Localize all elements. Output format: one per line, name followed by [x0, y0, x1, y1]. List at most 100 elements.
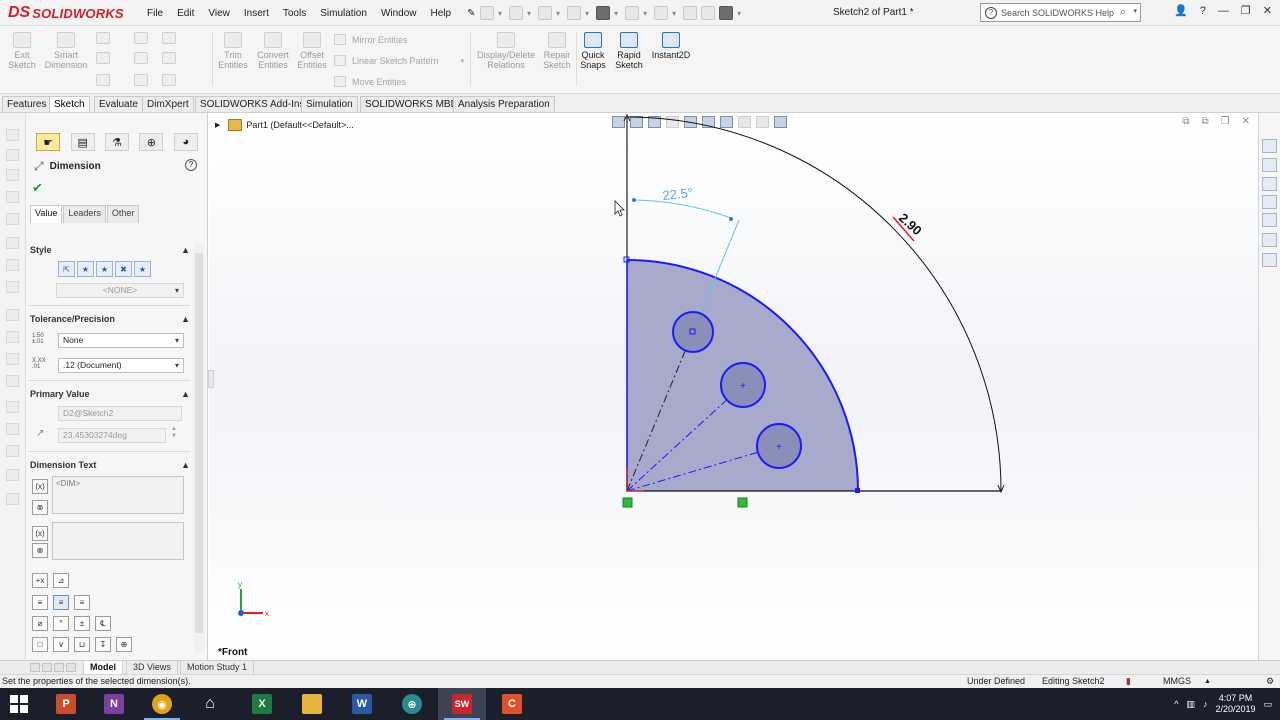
sketch-canvas[interactable]: + + 22.5° 2.90 x y: [209, 113, 1258, 660]
prev-tab-icon[interactable]: [42, 663, 52, 672]
tab-features[interactable]: Features: [2, 96, 52, 112]
dimension-text-group-header[interactable]: Dimension Text ▲: [30, 460, 190, 470]
more-symbols-icon[interactable]: ⊕: [116, 637, 132, 652]
notifications-icon[interactable]: ▭: [1263, 699, 1272, 710]
add-parentheses-icon[interactable]: (x): [32, 526, 48, 541]
dimension-text-above[interactable]: <DIM>: [52, 476, 184, 514]
close-icon[interactable]: ✕: [1263, 4, 1272, 17]
repair-sketch-button[interactable]: Repair Sketch: [540, 32, 574, 70]
dimension-text-below[interactable]: [52, 522, 184, 560]
onenote-taskbar-icon[interactable]: N: [90, 688, 138, 720]
tool-icon[interactable]: [6, 309, 19, 321]
solidworks-resources-icon[interactable]: [1262, 139, 1277, 153]
tolerance-group-header[interactable]: Tolerance/Precision ▲: [30, 314, 190, 324]
subtab-other[interactable]: Other: [106, 205, 140, 223]
tab-dimxpert[interactable]: DimXpert: [142, 96, 194, 112]
tool-icon[interactable]: [6, 259, 19, 271]
linear-sketch-pattern-button[interactable]: Linear Sketch Pattern ▾: [334, 55, 464, 66]
menu-edit[interactable]: Edit: [170, 8, 201, 19]
exit-sketch-button[interactable]: Exit Sketch: [6, 32, 38, 70]
align-left-icon[interactable]: ≡: [32, 595, 48, 610]
fixed-relation-icon[interactable]: [622, 497, 633, 508]
delete-favorite-icon[interactable]: ✖: [115, 261, 132, 277]
tab-simulation[interactable]: Simulation: [301, 96, 358, 112]
quick-snaps-button[interactable]: Quick Snaps: [578, 32, 608, 70]
dimension-name-field[interactable]: D2@Sketch2: [58, 406, 182, 421]
panel-splitter-handle[interactable]: [208, 370, 214, 388]
appearances-icon[interactable]: [1262, 213, 1277, 227]
help-icon[interactable]: ?: [1200, 5, 1206, 17]
view-palette-icon[interactable]: [1262, 195, 1277, 209]
tool-icon[interactable]: [6, 191, 19, 203]
powerpoint-taskbar-icon[interactable]: P: [42, 688, 90, 720]
graphics-area[interactable]: ▶ Part1 (Default<<Default>... ⧉ ⧉ ❐ ✕ + …: [209, 113, 1258, 660]
unit-precision-select[interactable]: .12 (Document) ▾: [58, 358, 184, 373]
smart-dimension-button[interactable]: Smart Dimension: [42, 32, 90, 70]
edrawings-taskbar-icon[interactable]: ⊕: [388, 688, 436, 720]
tolerance-type-select[interactable]: None ▾: [58, 333, 184, 348]
dimension-value-field[interactable]: 23.45303274deg: [58, 428, 166, 443]
scrollbar-thumb[interactable]: [195, 253, 203, 633]
tool-icon[interactable]: [6, 281, 19, 293]
unit-system[interactable]: MMGS: [1163, 675, 1191, 688]
fillet-icon[interactable]: [134, 74, 148, 86]
menu-help[interactable]: Help: [424, 8, 459, 19]
forum-icon[interactable]: [1262, 253, 1277, 267]
chrome-taskbar-icon[interactable]: ◉: [138, 688, 186, 720]
menu-insert[interactable]: Insert: [237, 8, 276, 19]
options-gear-icon[interactable]: [719, 6, 734, 20]
camtasia-taskbar-icon[interactable]: C: [488, 688, 536, 720]
centerline-symbol-icon[interactable]: ℄: [95, 616, 111, 631]
motion-study-tab[interactable]: Motion Study 1: [180, 661, 255, 674]
tool-icon[interactable]: [6, 129, 19, 141]
tool-icon[interactable]: [6, 213, 19, 225]
radius-dimension-label[interactable]: 2.90: [896, 210, 925, 238]
square-symbol-icon[interactable]: □: [32, 637, 48, 652]
tool-icon[interactable]: [6, 353, 19, 365]
clock[interactable]: 4:07 PM 2/20/2019: [1215, 693, 1255, 715]
rebuild-indicator-icon[interactable]: ▮: [1126, 675, 1131, 688]
display-delete-relations-button[interactable]: Display/Delete Relations: [474, 32, 538, 70]
countersink-symbol-icon[interactable]: ∨: [53, 637, 69, 652]
volume-icon[interactable]: ♪: [1203, 699, 1208, 709]
file-explorer-taskbar-icon[interactable]: [288, 688, 336, 720]
move-entities-button[interactable]: Move Entities: [334, 76, 406, 87]
new-document-icon[interactable]: [509, 6, 524, 20]
configuration-tab-icon[interactable]: ⚗: [104, 133, 129, 151]
hole-circle-1[interactable]: [672, 311, 714, 353]
add-dimension-icon[interactable]: +x: [32, 573, 48, 588]
add-parentheses-icon[interactable]: (x): [32, 479, 48, 494]
primary-value-group-header[interactable]: Primary Value ▲: [30, 389, 190, 399]
tab-sketch[interactable]: Sketch: [49, 96, 90, 112]
menu-window[interactable]: Window: [374, 8, 424, 19]
3d-views-tab[interactable]: 3D Views: [126, 661, 178, 674]
tab-evaluate[interactable]: Evaluate: [94, 96, 143, 112]
tab-analysis-preparation[interactable]: Analysis Preparation: [453, 96, 555, 112]
update-favorite-icon[interactable]: ★: [96, 261, 113, 277]
help-icon[interactable]: ?: [185, 159, 197, 171]
home-taskbar-icon[interactable]: ⌂: [186, 688, 234, 720]
align-right-icon[interactable]: ≡: [74, 595, 90, 610]
instant2d-button[interactable]: Instant2D: [650, 32, 692, 60]
undo-icon[interactable]: [625, 6, 640, 20]
tool-icon[interactable]: [6, 423, 19, 435]
display-manager-tab-icon[interactable]: ◕: [173, 133, 198, 151]
tab-solidworks-add-ins[interactable]: SOLIDWORKS Add-Ins: [195, 96, 310, 112]
windows-start-icon[interactable]: [10, 695, 28, 713]
arc-icon[interactable]: [162, 52, 176, 64]
rapid-sketch-button[interactable]: Rapid Sketch: [612, 32, 646, 70]
tool-icon[interactable]: [6, 401, 19, 413]
next-tab-icon[interactable]: [54, 663, 64, 672]
favorite-select[interactable]: <NONE> ▾: [56, 283, 184, 298]
convert-entities-button[interactable]: Convert Entities: [254, 32, 292, 70]
align-center-icon[interactable]: ≡: [53, 595, 69, 610]
custom-properties-icon[interactable]: [1262, 233, 1277, 247]
line-icon[interactable]: [96, 32, 110, 44]
rectangle-icon[interactable]: [96, 52, 110, 64]
angle-dimension-arc[interactable]: [633, 199, 732, 219]
tool-icon[interactable]: [6, 375, 19, 387]
ok-check-icon[interactable]: ✔: [32, 180, 43, 196]
subtab-value[interactable]: Value: [30, 205, 63, 223]
polygon-icon[interactable]: [96, 74, 110, 86]
excel-taskbar-icon[interactable]: X: [238, 688, 286, 720]
